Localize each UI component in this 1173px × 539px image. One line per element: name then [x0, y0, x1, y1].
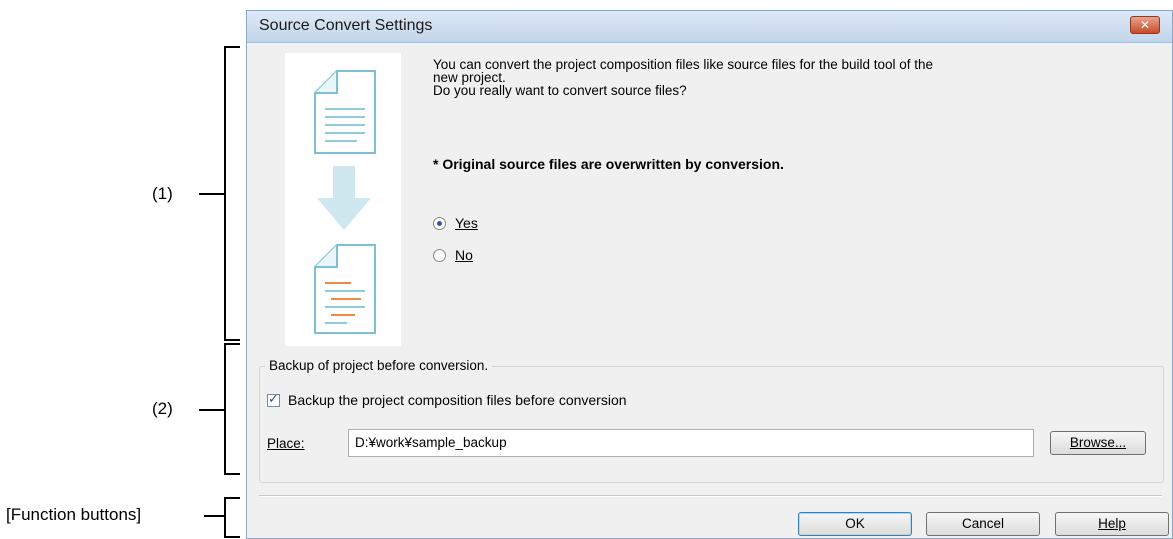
- ok-button-label: OK: [845, 516, 865, 531]
- section2-bracket: [224, 343, 240, 475]
- conversion-illustration: [285, 53, 401, 346]
- radio-no-indicator[interactable]: [433, 248, 446, 262]
- conversion-message: You can convert the project composition …: [433, 57, 1153, 98]
- dialog-content: You can convert the project composition …: [247, 43, 1172, 538]
- section1-label: (1): [152, 184, 173, 203]
- message-line-1: You can convert the project composition …: [433, 57, 934, 72]
- backup-checkbox-row[interactable]: ✓ Backup the project composition files b…: [267, 390, 627, 408]
- function-buttons-label: [Function buttons]: [6, 505, 142, 524]
- section1-bracket: [224, 46, 240, 341]
- converted-document-icon: [314, 244, 376, 334]
- function-buttons-bracket: [224, 497, 240, 538]
- message-line-3: Do you really want to convert source fil…: [433, 83, 687, 98]
- backup-checkbox[interactable]: ✓: [267, 390, 280, 407]
- overwrite-warning: * Original source files are overwritten …: [433, 156, 784, 172]
- radio-no[interactable]: No: [433, 247, 473, 263]
- help-button[interactable]: Help: [1055, 512, 1169, 536]
- help-button-label: Help: [1098, 516, 1126, 531]
- place-input[interactable]: D:¥work¥sample_backup: [348, 429, 1034, 457]
- backup-checkbox-label: Backup the project composition files bef…: [288, 392, 627, 408]
- radio-yes[interactable]: Yes: [433, 215, 478, 231]
- radio-no-label: No: [455, 247, 473, 263]
- place-label: Place:: [267, 436, 305, 451]
- section2-connector: [199, 409, 224, 411]
- function-buttons-connector: [204, 515, 224, 517]
- backup-group-label: Backup of project before conversion.: [265, 358, 493, 373]
- backup-group: [259, 366, 1164, 483]
- document-icon: [314, 70, 376, 154]
- section2-label: (2): [152, 399, 173, 418]
- section1-connector: [199, 193, 224, 195]
- checkmark-icon: ✓: [268, 390, 279, 406]
- close-icon: ✕: [1139, 18, 1151, 32]
- close-button[interactable]: ✕: [1130, 16, 1160, 34]
- conversion-illustration-svg: [314, 70, 376, 334]
- button-separator: [259, 495, 1162, 497]
- cancel-button-label: Cancel: [961, 516, 1005, 531]
- radio-yes-label: Yes: [455, 215, 478, 231]
- browse-button[interactable]: Browse...: [1050, 431, 1146, 455]
- source-convert-settings-dialog: Source Convert Settings ✕ You can conver…: [246, 10, 1173, 539]
- arrow-down-icon: [317, 166, 371, 230]
- title-bar[interactable]: Source Convert Settings ✕: [247, 11, 1172, 43]
- dialog-title: Source Convert Settings: [259, 17, 433, 34]
- browse-button-label: Browse...: [1069, 435, 1127, 450]
- ok-button[interactable]: OK: [798, 512, 912, 536]
- radio-yes-indicator[interactable]: [433, 216, 446, 230]
- cancel-button[interactable]: Cancel: [926, 512, 1040, 536]
